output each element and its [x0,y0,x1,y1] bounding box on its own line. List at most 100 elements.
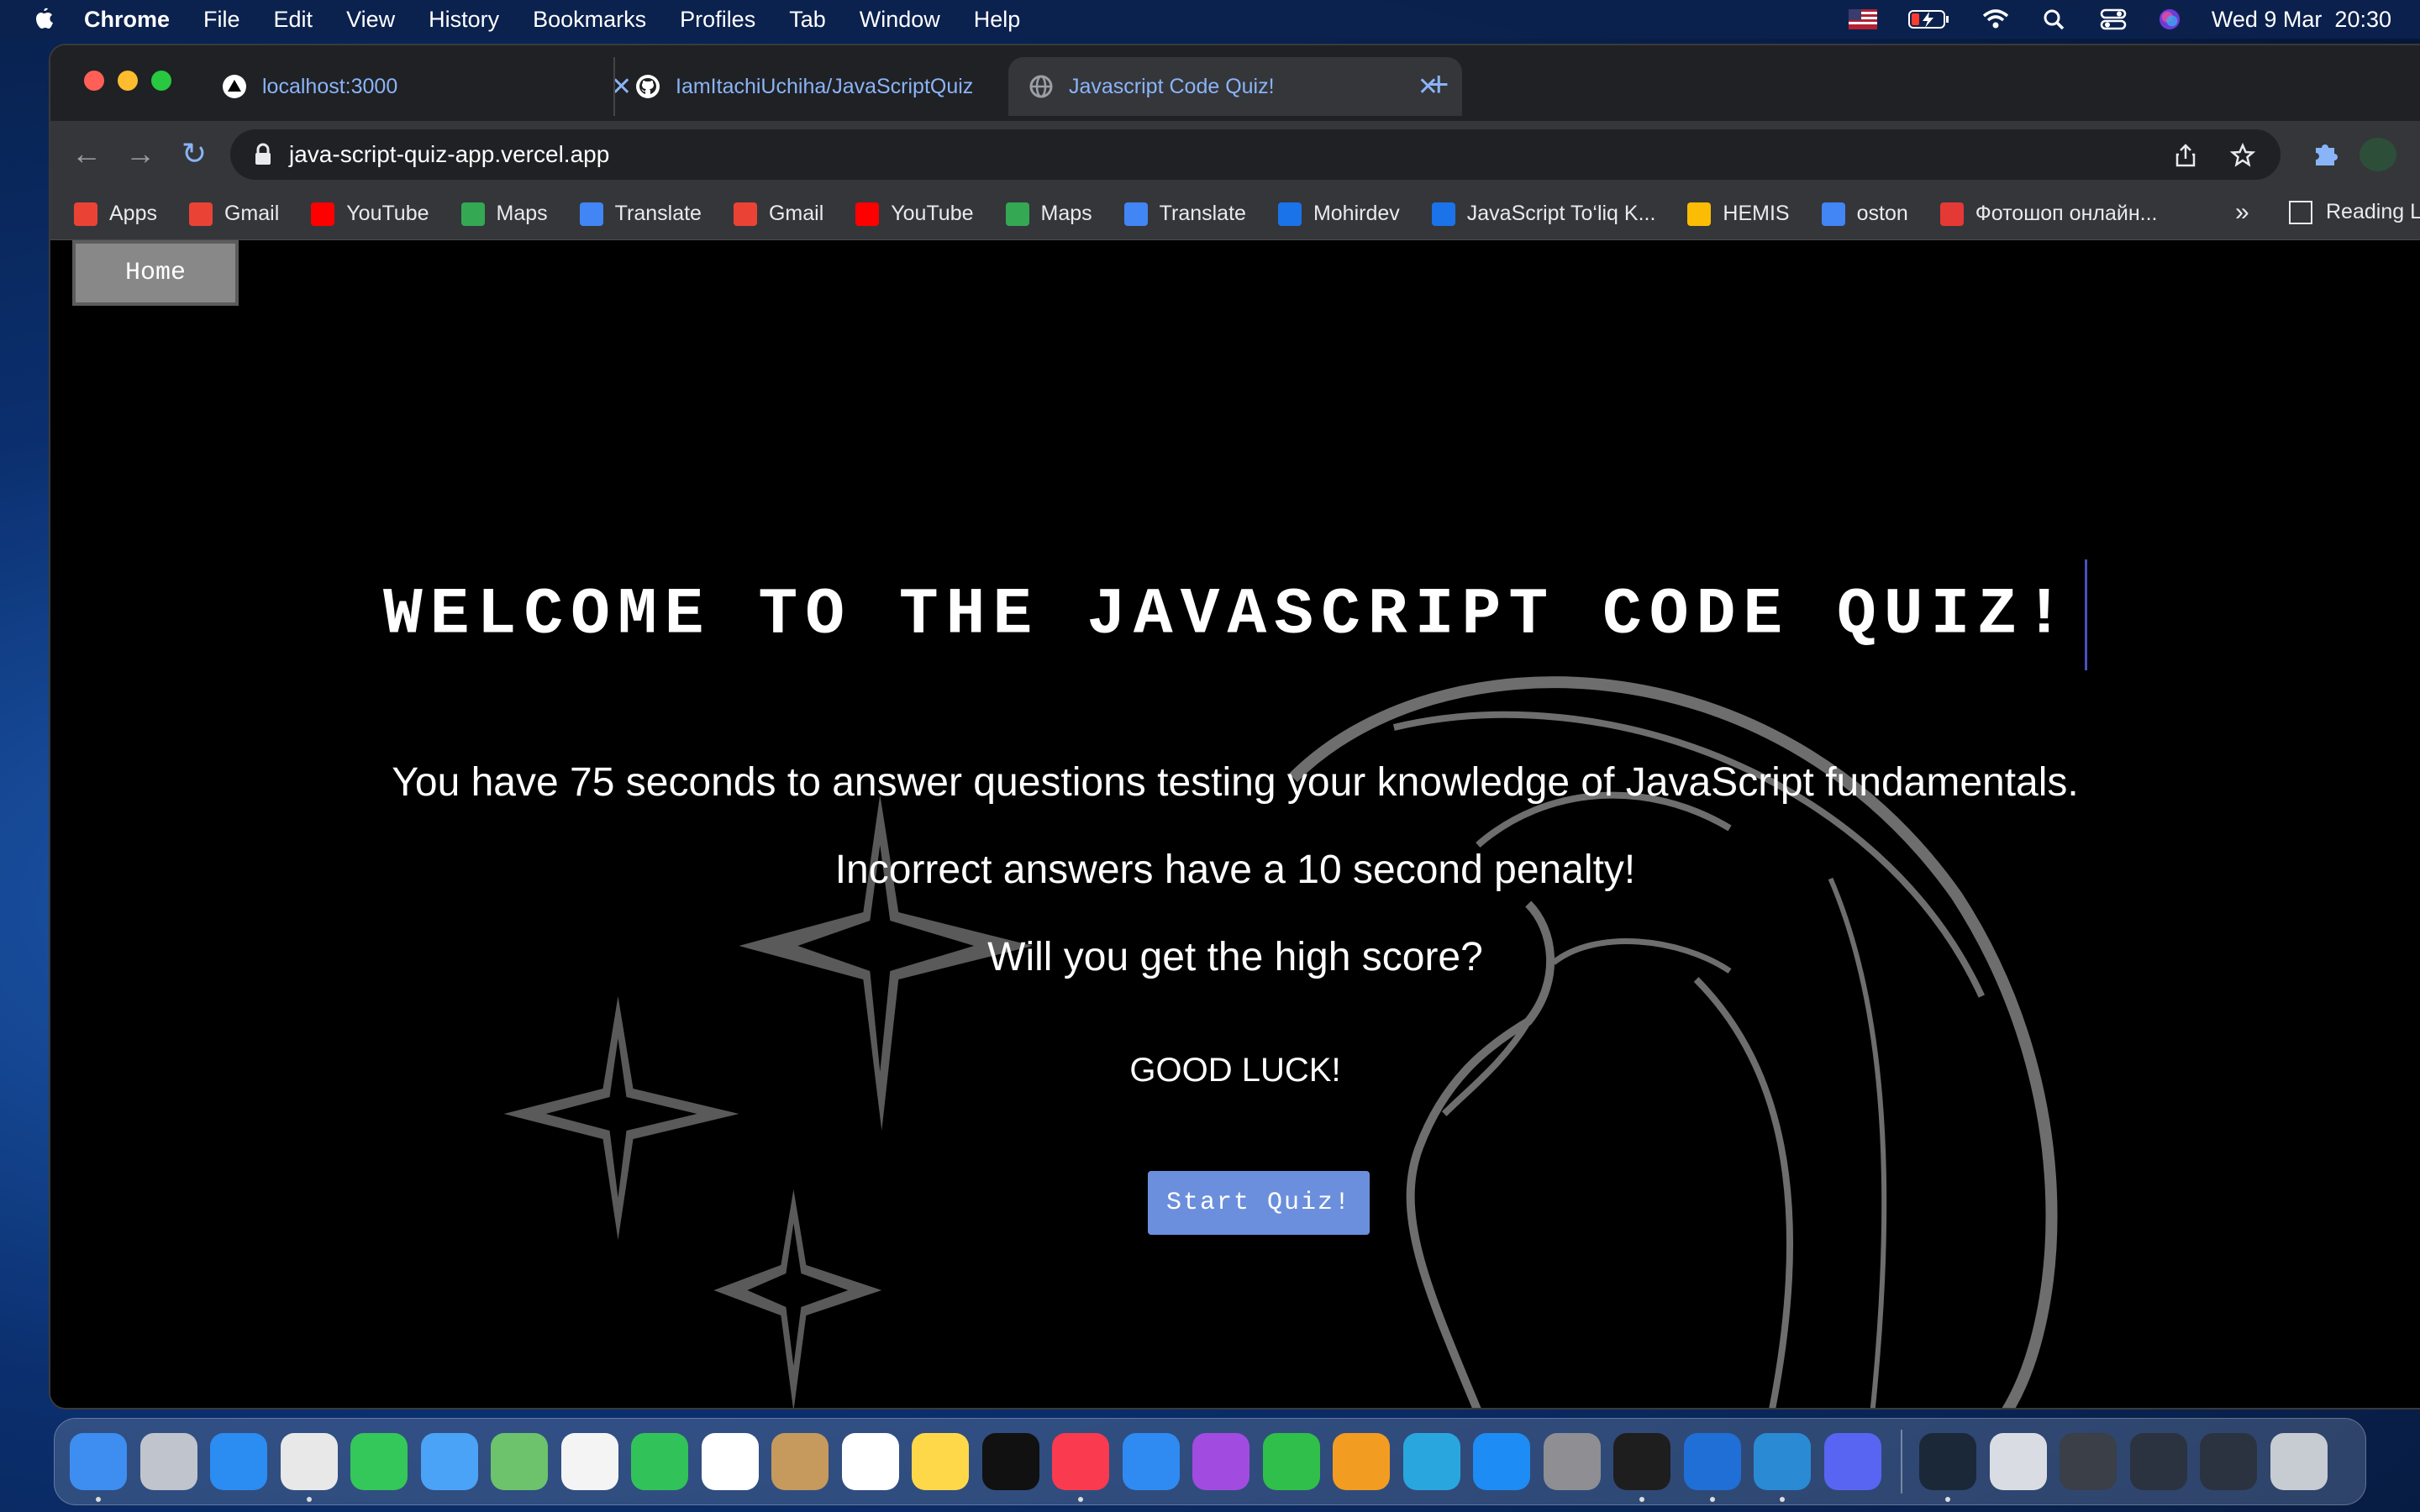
bookmark-item[interactable]: Gmail [188,202,279,226]
telegram-icon[interactable] [1402,1433,1460,1490]
reminders-icon[interactable] [841,1433,899,1490]
profile-avatar[interactable] [2360,138,2396,171]
pages-icon[interactable] [1333,1433,1390,1490]
system-preferences-icon[interactable] [1543,1433,1601,1490]
tab-strip: localhost:3000 ✕ IamItachiUchiha/JavaScr… [50,45,2420,121]
menu-view[interactable]: View [346,7,395,33]
preview-icon[interactable] [1989,1433,2047,1490]
browser-toolbar: ← → ↻ java-script-quiz-app.vercel.app [50,121,2420,188]
apple-tv-icon[interactable] [981,1433,1039,1490]
numbers-icon[interactable] [1262,1433,1320,1490]
siri-icon[interactable] [2158,8,2181,30]
bookmark-label: Translate [1159,202,1246,225]
share-icon[interactable] [2173,143,2198,168]
menu-tab[interactable]: Tab [789,7,826,33]
bookmark-item[interactable]: Apps [74,202,157,226]
home-button[interactable]: Home [72,240,239,306]
reading-list-button[interactable]: Reading L [2289,200,2420,224]
bookmark-item[interactable]: Maps [1005,202,1092,226]
minimized-window-1-icon[interactable] [2129,1433,2187,1490]
podcasts-icon[interactable] [1192,1433,1249,1490]
bookmark-item[interactable]: YouTube [855,202,974,226]
discord-icon[interactable] [1823,1433,1881,1490]
address-bar[interactable]: java-script-quiz-app.vercel.app [230,129,2281,180]
menu-profiles[interactable]: Profiles [680,7,755,33]
menu-file[interactable]: File [203,7,240,33]
new-tab-plus-icon[interactable]: + [1428,64,1449,104]
notes-icon[interactable] [912,1433,969,1490]
contacts-icon[interactable] [771,1433,829,1490]
apple-logo-icon[interactable] [32,6,55,33]
quicktime-icon[interactable] [2060,1433,2117,1490]
spotlight-search-icon[interactable] [2040,8,2069,30]
menubar-datetime[interactable]: Wed 9 Mar 20:30 [2212,7,2391,33]
music-icon[interactable] [1052,1433,1109,1502]
bookmark-item[interactable]: Фотошоп онлайн... [1939,202,2157,226]
dock-separator [1901,1430,1902,1494]
webstorm-icon[interactable] [1683,1433,1741,1502]
window-minimize-button[interactable] [118,71,138,91]
bookmark-item[interactable]: oston [1821,202,1908,226]
url-text[interactable]: java-script-quiz-app.vercel.app [289,141,609,168]
facetime-icon[interactable] [631,1433,688,1490]
mail-icon[interactable] [420,1433,478,1490]
control-center-icon[interactable] [2099,8,2128,30]
forward-arrow-icon[interactable]: → [121,134,160,173]
menu-edit[interactable]: Edit [274,7,313,33]
good-luck-text: GOOD LUCK! [1129,1052,1341,1089]
start-quiz-button[interactable]: Start Quiz! [1148,1171,1370,1235]
trash-icon[interactable] [2270,1433,2328,1490]
chrome-icon[interactable] [280,1433,338,1502]
window-zoom-button[interactable] [151,71,171,91]
wifi-icon[interactable] [1981,8,2010,30]
finder-icon[interactable] [70,1433,127,1502]
bookmark-item[interactable]: Mohirdev [1277,202,1400,226]
menu-history[interactable]: History [429,7,499,33]
keynote-icon[interactable] [1122,1433,1180,1490]
minimized-window-2-icon[interactable] [2200,1433,2257,1490]
menu-help[interactable]: Help [974,7,1021,33]
bookmark-item[interactable]: JavaScript To‘liq K... [1431,202,1655,226]
bookmark-label: Maps [1040,202,1092,225]
globe-icon [1029,75,1053,98]
messages-icon[interactable] [350,1433,408,1490]
terminal-icon[interactable] [1613,1433,1670,1502]
launchpad-icon[interactable] [139,1433,197,1490]
maps-pin-icon [1005,202,1029,226]
running-indicator [1639,1497,1644,1502]
menu-app-name[interactable]: Chrome [84,7,170,33]
calendar-icon[interactable] [701,1433,759,1490]
flag-us-icon[interactable] [1848,8,1877,30]
safari-icon[interactable] [210,1433,267,1490]
reload-icon[interactable]: ↻ [175,134,213,173]
app-store-icon[interactable] [1473,1433,1530,1490]
back-arrow-icon[interactable]: ← [67,134,106,173]
window-close-button[interactable] [84,71,104,91]
menu-window[interactable]: Window [860,7,940,33]
bookmark-item[interactable]: Maps [460,202,548,226]
bookmark-label: HEMIS [1723,202,1790,225]
bookmark-item[interactable]: YouTube [311,202,429,226]
bookmark-item[interactable]: Translate [579,202,702,226]
bookmark-item[interactable]: Translate [1123,202,1246,226]
maps-icon[interactable] [491,1433,548,1490]
steam-icon[interactable] [1919,1433,1976,1502]
bookmark-item[interactable]: Gmail [733,202,823,226]
battery-charging-icon[interactable] [1907,8,1951,30]
tab-localhost[interactable]: localhost:3000 ✕ [202,57,655,116]
menu-bookmarks[interactable]: Bookmarks [533,7,646,33]
bookmark-item[interactable]: HEMIS [1687,202,1790,226]
tab-github[interactable]: IamItachiUchiha/JavaScriptQuiz ✕ [613,57,1059,116]
mohirdev-icon [1431,202,1455,226]
quiz-page: Home WELCOME TO THE JAVASCRIPT CODE QUIZ… [50,240,2420,1408]
gmail-icon [733,202,757,226]
tab-quiz-active[interactable]: Javascript Code Quiz! ✕ [1008,57,1462,116]
running-indicator [1780,1497,1785,1502]
extensions-puzzle-icon[interactable] [2311,139,2339,168]
bookmarks-overflow-chevron-icon[interactable]: » [2235,198,2249,227]
bookmark-star-icon[interactable] [2230,143,2255,168]
typing-caret [2085,559,2088,670]
lock-icon[interactable] [254,143,272,166]
vscode-icon[interactable] [1754,1433,1811,1502]
photos-icon[interactable] [560,1433,618,1490]
